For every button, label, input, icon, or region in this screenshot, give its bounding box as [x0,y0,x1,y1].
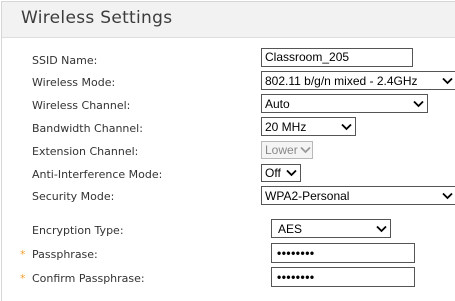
encryption-type-value: AES [278,221,303,236]
required-marker: * [20,272,26,285]
chevron-down-icon [341,123,352,130]
extension-channel-select[interactable]: Lower [261,141,313,159]
chevron-down-icon [376,225,387,232]
security-mode-select[interactable]: WPA2-Personal [261,186,455,205]
extension-channel-label: Extension Channel: [32,145,139,158]
bandwidth-channel-select[interactable]: 20 MHz [261,117,356,136]
passphrase-label: Passphrase: [32,248,98,261]
ssid-input[interactable]: Classroom_205 [261,48,413,67]
chevron-down-icon [442,77,453,84]
encryption-type-select[interactable]: AES [271,219,391,238]
anti-interference-select[interactable]: Off [261,164,301,182]
encryption-type-label: Encryption Type: [32,224,124,237]
chevron-down-icon [442,192,453,199]
wireless-mode-value: 802.11 b/g/n mixed - 2.4GHz [265,73,418,88]
wireless-mode-select[interactable]: 802.11 b/g/n mixed - 2.4GHz [261,71,455,90]
panel-header: Wireless Settings [2,2,455,38]
ssid-label: SSID Name: [32,54,98,67]
security-mode-value: WPA2-Personal [265,188,350,203]
wireless-channel-value: Auto [265,96,290,111]
chevron-down-icon [300,146,311,154]
passphrase-input[interactable]: •••••••• [271,243,415,263]
wireless-channel-label: Wireless Channel: [32,99,131,112]
page-title: Wireless Settings [21,8,173,28]
chevron-down-icon [286,169,297,177]
required-marker: * [20,248,26,261]
bandwidth-channel-label: Bandwidth Channel: [32,122,143,135]
security-mode-label: Security Mode: [32,190,115,203]
wireless-channel-select[interactable]: Auto [261,94,428,113]
chevron-down-icon [413,100,424,107]
wireless-settings-panel: Wireless Settings SSID Name: Classroom_2… [1,1,455,301]
confirm-passphrase-label: Confirm Passphrase: [32,272,145,285]
wireless-mode-label: Wireless Mode: [32,76,116,89]
anti-interference-value: Off [265,166,281,180]
bandwidth-channel-value: 20 MHz [265,119,307,134]
anti-interference-label: Anti-Interference Mode: [32,168,163,181]
extension-channel-value: Lower [265,143,298,157]
confirm-passphrase-input[interactable]: •••••••• [271,267,415,287]
